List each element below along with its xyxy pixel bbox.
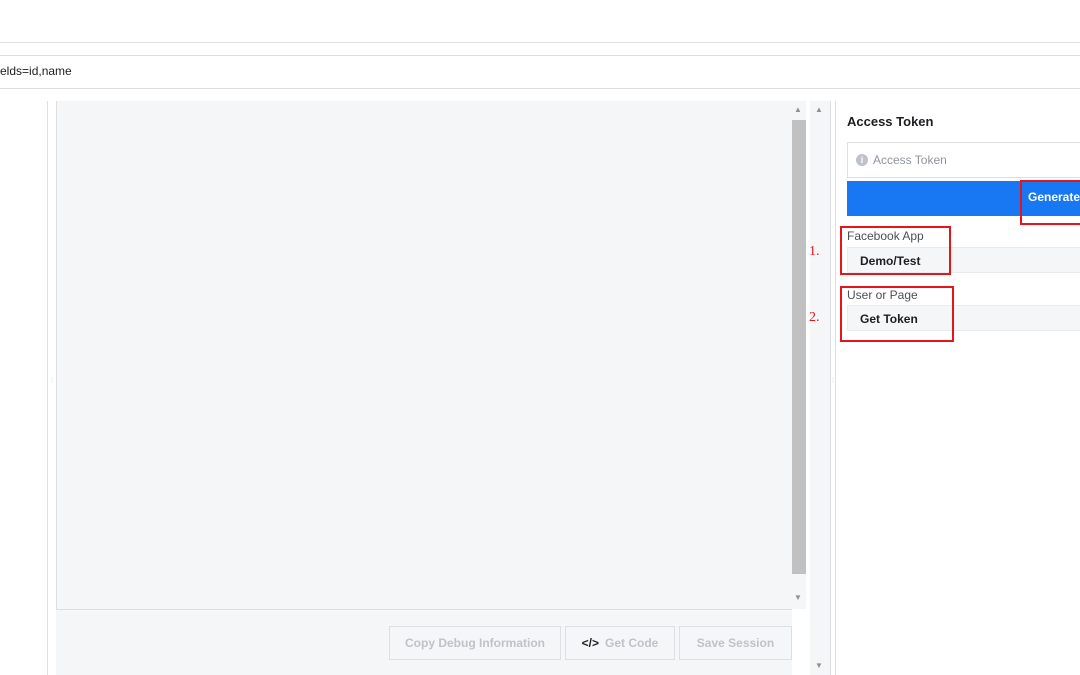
right-resize-handle[interactable]: ⋮ (830, 378, 836, 394)
query-top-border (0, 55, 1080, 56)
scroll-up-arrow-icon[interactable]: ▲ (794, 106, 802, 114)
scroll-down-arrow-icon[interactable]: ▼ (794, 594, 802, 602)
step-1-annotation: 1. (809, 244, 820, 259)
copy-debug-button[interactable]: Copy Debug Information (389, 626, 561, 660)
user-or-page-highlight-box (840, 286, 954, 342)
left-pane-divider (47, 101, 48, 675)
facebook-app-highlight-box (840, 226, 951, 275)
result-scrollbar-thumb[interactable] (792, 120, 806, 574)
explorer-scrollbar-track[interactable] (810, 101, 830, 675)
result-pane (56, 101, 792, 675)
get-code-button[interactable]: </> Get Code (565, 626, 675, 660)
left-gutter (0, 101, 47, 675)
explorer-scroll-up-icon[interactable]: ▲ (815, 106, 823, 114)
generate-highlight-box (1020, 180, 1080, 225)
query-path-input[interactable]: elds=id,name (0, 57, 72, 85)
query-bottom-border (0, 88, 1080, 89)
left-resize-handle[interactable]: ⋮ (49, 378, 55, 394)
access-token-placeholder: Access Token (873, 153, 947, 167)
step-2-annotation: 2. (809, 310, 820, 325)
access-token-title: Access Token (847, 114, 934, 129)
explorer-scroll-down-icon[interactable]: ▼ (815, 662, 823, 670)
get-code-label: Get Code (605, 636, 659, 650)
save-session-button[interactable]: Save Session (679, 626, 792, 660)
top-divider (0, 42, 1080, 43)
info-icon: i (856, 154, 868, 166)
code-icon: </> (581, 636, 599, 650)
